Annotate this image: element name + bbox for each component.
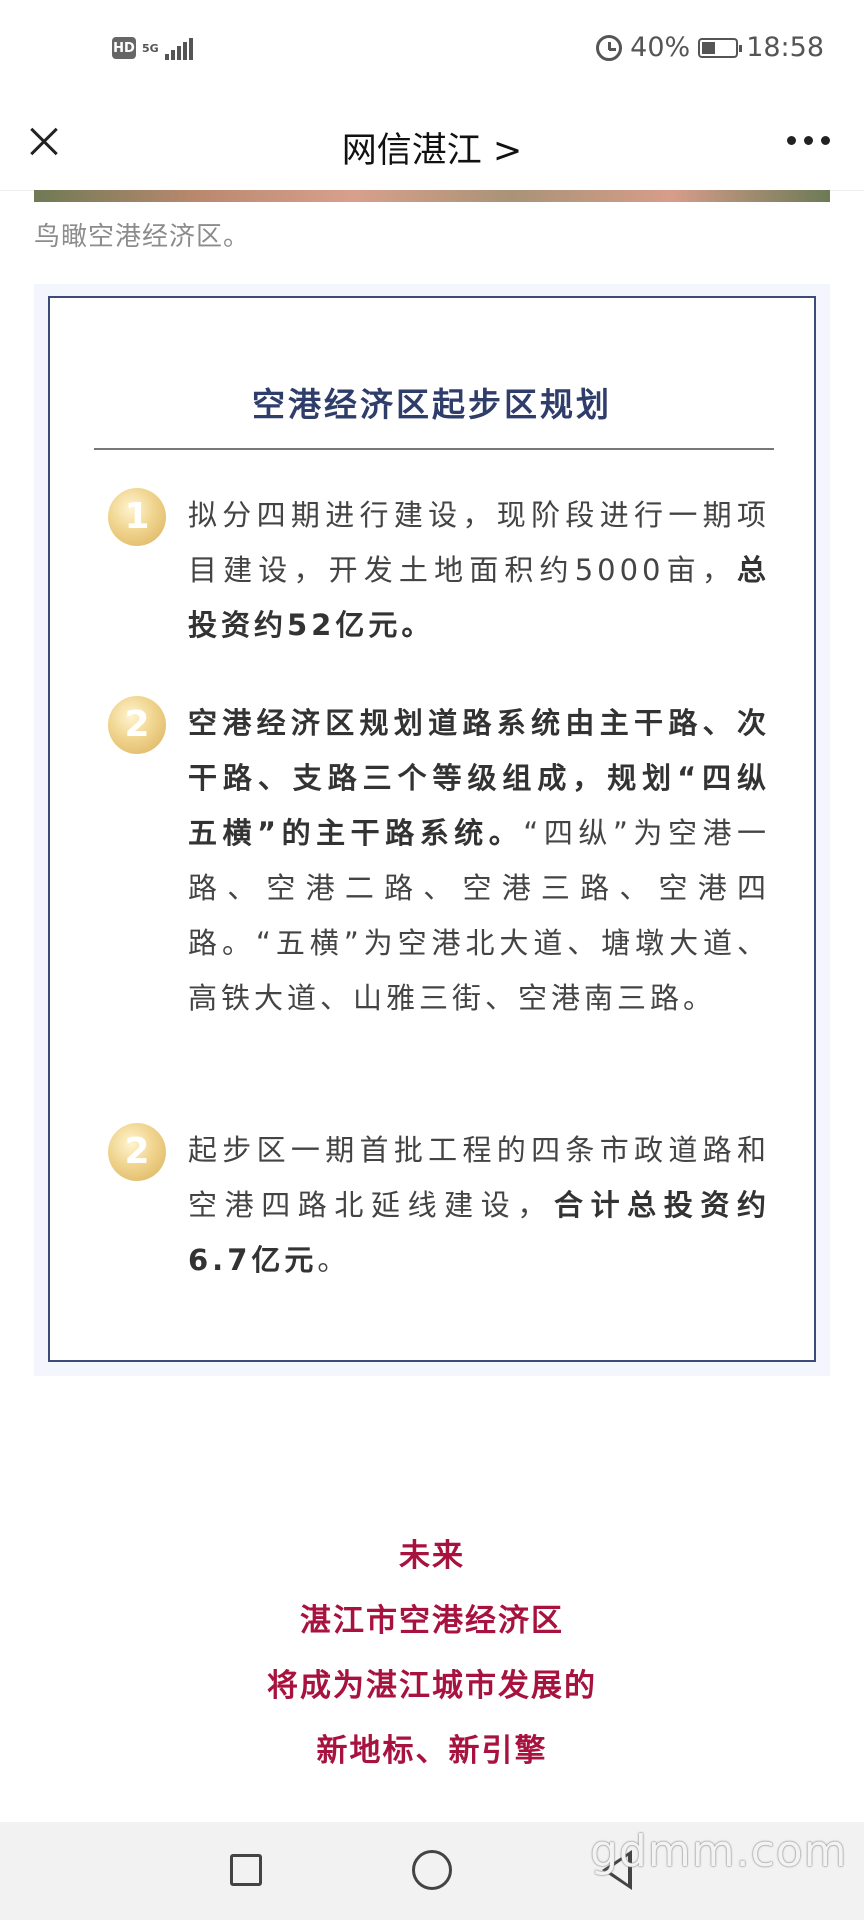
plan-item-after: 。 bbox=[317, 1243, 351, 1277]
plan-item-plain: 拟分四期进行建设，现阶段进行一期项目建设，开发土地面积约5000亩， bbox=[188, 498, 770, 587]
account-title-link[interactable]: 网信湛江 > bbox=[0, 122, 864, 173]
conclusion-line-1: 未来 bbox=[399, 1538, 465, 1574]
aerial-photo bbox=[34, 190, 830, 202]
network-label: 5G bbox=[142, 41, 159, 55]
more-icon[interactable] bbox=[787, 136, 830, 145]
number-badge: 2 bbox=[108, 696, 166, 754]
photo-caption: 鸟瞰空港经济区。 bbox=[34, 222, 251, 252]
plan-item-text: 空港经济区规划道路系统由主干路、次干路、支路三个等级组成，规划“四纵五横”的主干… bbox=[188, 696, 770, 1026]
alarm-icon bbox=[596, 34, 623, 61]
hd-badge: HD bbox=[112, 37, 136, 59]
top-nav: 网信湛江 > bbox=[0, 104, 864, 191]
number-badge: 2 bbox=[108, 1123, 166, 1181]
card-title: 空港经济区起步区规划 bbox=[252, 385, 612, 424]
battery-fill bbox=[702, 41, 716, 54]
battery-icon bbox=[698, 37, 743, 58]
home-button[interactable] bbox=[412, 1850, 452, 1890]
planning-card: 空港经济区起步区规划 1 拟分四期进行建设，现阶段进行一期项目建设，开发土地面积… bbox=[48, 296, 816, 1362]
signal-icon bbox=[164, 36, 193, 60]
conclusion-line-2: 湛江市空港经济区 bbox=[300, 1603, 564, 1639]
status-bar: HD 5G 40% 18:58 bbox=[0, 0, 864, 104]
conclusion-line-3: 将成为湛江城市发展的 bbox=[267, 1668, 597, 1704]
number-badge: 1 bbox=[108, 488, 166, 546]
watermark: gdmm.com bbox=[590, 1826, 848, 1877]
status-right: 40% 18:58 bbox=[596, 32, 824, 63]
recents-button[interactable] bbox=[230, 1854, 262, 1886]
status-left: HD 5G bbox=[112, 36, 193, 60]
battery-percent: 40% bbox=[630, 32, 691, 63]
clock: 18:58 bbox=[746, 32, 824, 63]
conclusion-line-4: 新地标、新引擎 bbox=[316, 1733, 548, 1769]
plan-item-text: 起步区一期首批工程的四条市政道路和空港四路北延线建设，合计总投资约6.7亿元。 bbox=[188, 1123, 770, 1288]
plan-item-text: 拟分四期进行建设，现阶段进行一期项目建设，开发土地面积约5000亩，总投资约52… bbox=[188, 488, 770, 653]
card-divider bbox=[94, 448, 774, 450]
